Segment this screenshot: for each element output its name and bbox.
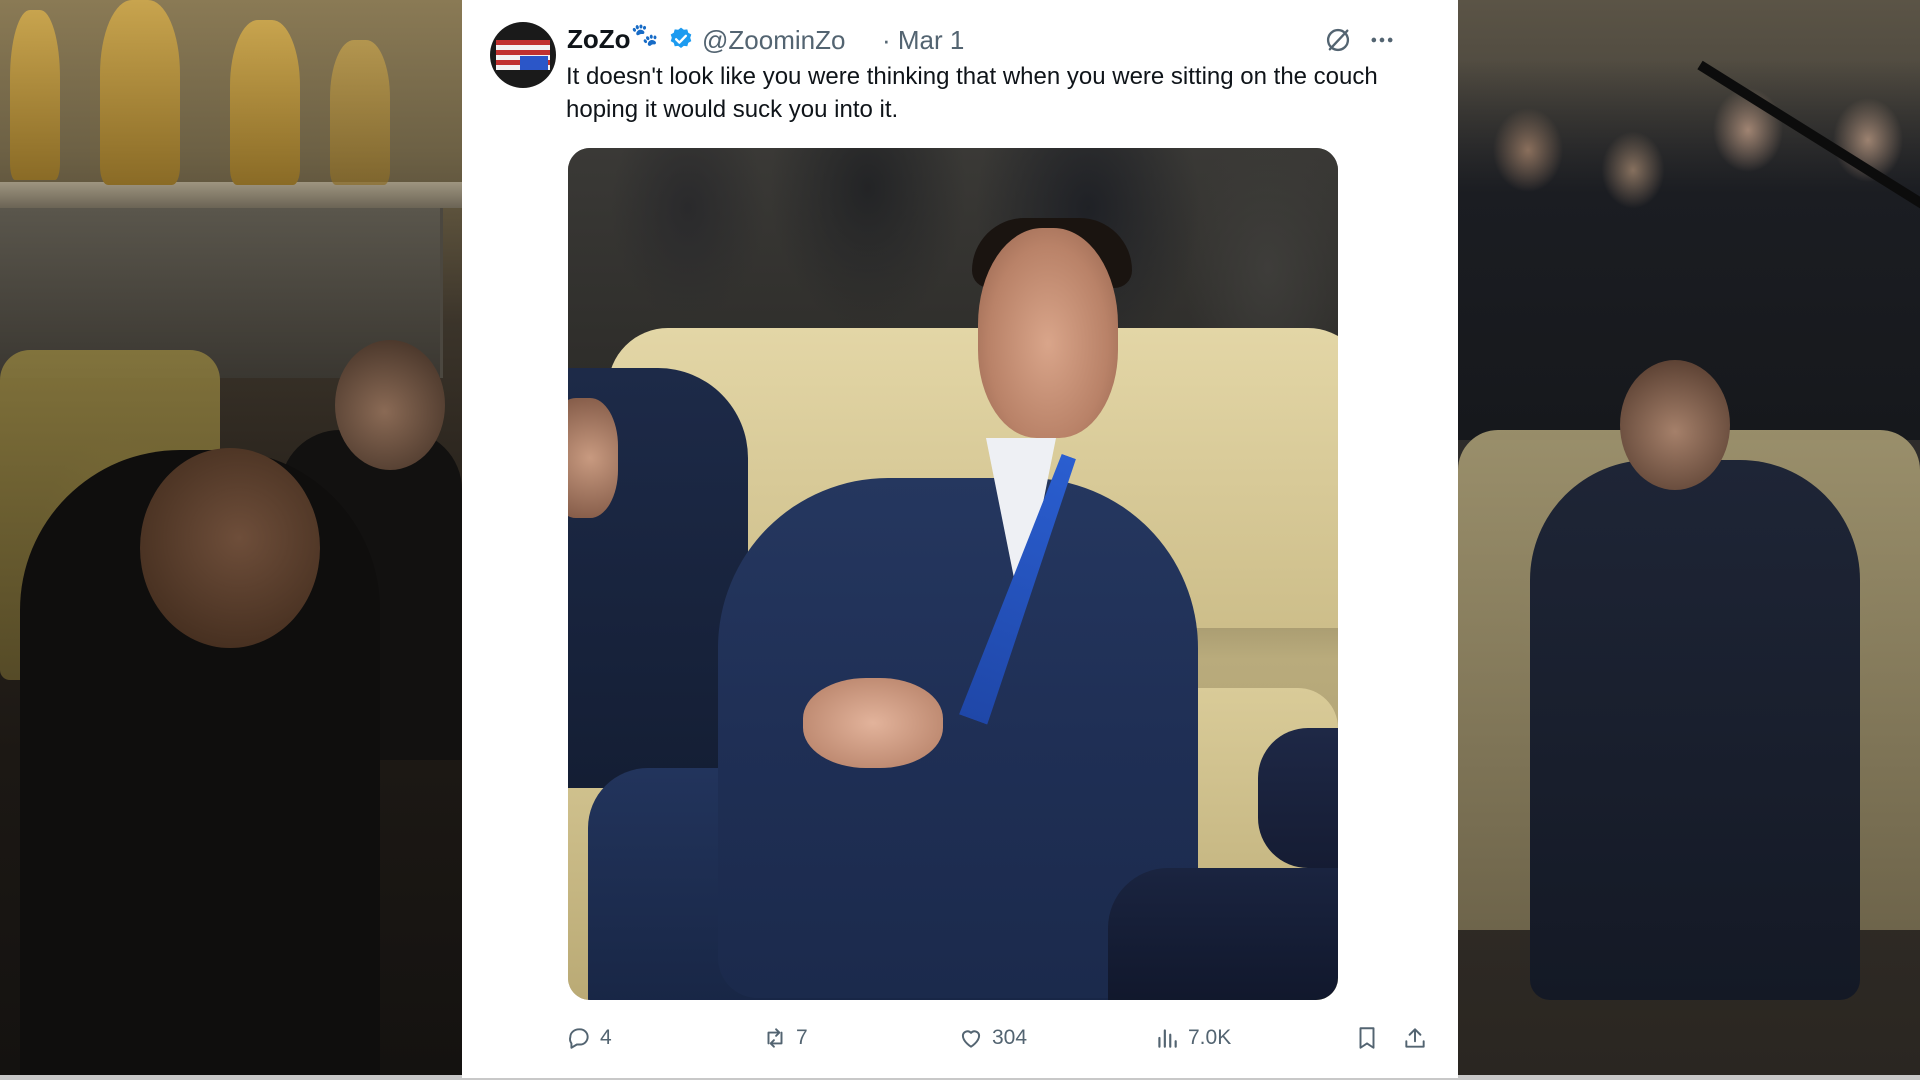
reply-count: 4 [600,1026,612,1049]
person-head [568,398,618,518]
grok-icon[interactable] [1324,26,1352,54]
repost-icon [767,1028,783,1048]
more-options-icon[interactable] [1367,26,1397,54]
gold-ornament [10,10,60,180]
reply-button[interactable]: 4 [566,1018,612,1058]
tweet-card[interactable]: ZoZo 🐾 @ZoominZo · Mar 1 It doesn't look… [462,0,1458,1078]
like-count: 304 [992,1026,1028,1049]
bookmark-button[interactable] [1354,1018,1380,1058]
reply-icon [569,1028,589,1049]
repost-count: 7 [796,1026,808,1049]
right-seated-person [1108,868,1338,1000]
display-name[interactable]: ZoZo [567,24,631,55]
views-icon [1158,1029,1177,1048]
like-button[interactable]: 304 [958,1018,1027,1058]
tweet-actions-bar: 4 7 304 7.0K [462,1018,1458,1058]
person-head [1620,360,1730,490]
man-face [978,228,1118,438]
repost-button[interactable]: 7 [762,1018,808,1058]
user-handle[interactable]: @ZoominZo [702,25,845,56]
gold-ornament [100,0,180,185]
views-button[interactable]: 7.0K [1154,1018,1231,1058]
verified-badge-icon [670,27,692,48]
mantel [0,182,462,208]
clasped-hands [803,678,943,768]
right-person-arm [1258,728,1338,868]
share-icon [1405,1028,1425,1048]
avatar[interactable] [490,22,556,88]
tweet-text: It doesn't look like you were thinking t… [566,63,1378,123]
tweet-photo[interactable] [568,148,1338,1000]
seated-man-suit [1530,460,1860,1000]
view-count: 7.0K [1188,1026,1232,1049]
like-icon [961,1030,981,1048]
gold-ornament [330,40,390,185]
share-button[interactable] [1402,1018,1428,1058]
gold-ornament [230,20,300,185]
post-date[interactable]: · Mar 1 [882,25,964,56]
paw-prints-emoji: 🐾 [631,22,659,47]
flag-graphic-blue [520,56,548,70]
person-head [140,448,320,648]
person-head [335,340,445,470]
bookmark-icon [1359,1027,1375,1049]
